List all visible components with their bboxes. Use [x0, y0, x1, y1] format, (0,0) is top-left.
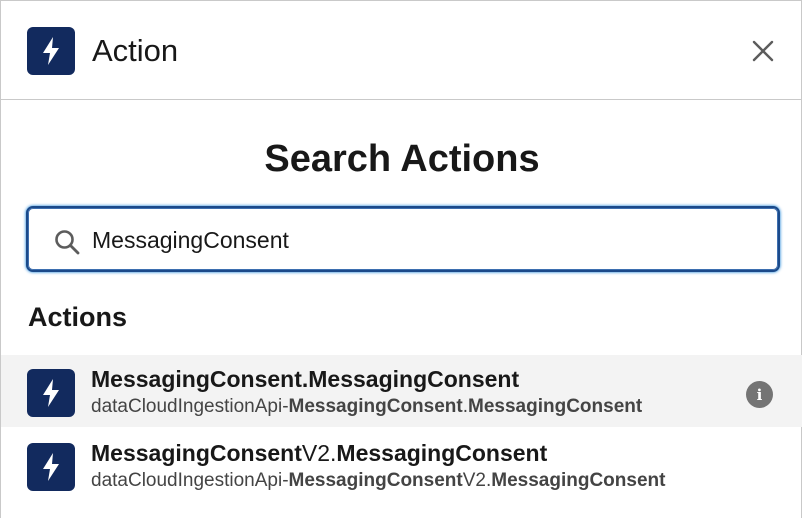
action-tile	[27, 443, 75, 491]
header-title: Action	[92, 33, 179, 68]
info-icon[interactable]: i	[746, 381, 773, 408]
search-box	[26, 206, 780, 272]
result-subtitle: dataCloudIngestionApi-MessagingConsent.M…	[91, 395, 642, 419]
subtitle-prefix: dataCloudIngestionApi-	[91, 470, 289, 491]
action-tile	[27, 369, 75, 417]
result-row[interactable]: MessagingConsentV2.MessagingConsent data…	[1, 429, 802, 501]
lightning-bolt-icon	[43, 379, 59, 407]
search-input[interactable]	[92, 222, 752, 258]
result-title: MessagingConsent.MessagingConsent	[91, 365, 519, 393]
result-title-bold: MessagingConsent	[336, 440, 548, 466]
results-heading: Actions	[28, 302, 128, 332]
subtitle-match: MessagingConsent	[288, 396, 463, 417]
panel-header: Action	[1, 1, 801, 100]
lightning-bolt-icon	[43, 453, 59, 481]
result-title-plain: V2.	[301, 440, 337, 466]
result-title: MessagingConsentV2.MessagingConsent	[91, 439, 547, 467]
subtitle-match: MessagingConsent	[468, 396, 643, 417]
action-tile	[27, 27, 75, 75]
subtitle-match: MessagingConsent	[491, 470, 666, 491]
result-row[interactable]: MessagingConsent.MessagingConsent dataCl…	[1, 355, 802, 427]
search-icon	[55, 230, 80, 255]
subtitle-prefix: dataCloudIngestionApi-	[91, 396, 289, 417]
result-subtitle: dataCloudIngestionApi-MessagingConsentV2…	[91, 469, 665, 493]
result-title-bold: MessagingConsent	[91, 440, 302, 466]
subtitle-match: MessagingConsent	[288, 470, 463, 491]
info-glyph: i	[756, 385, 763, 404]
close-icon	[752, 40, 774, 62]
subtitle-plain: V2.	[462, 470, 492, 491]
close-button[interactable]	[741, 29, 785, 73]
search-title: Search Actions	[264, 138, 540, 180]
result-title-bold: MessagingConsent.MessagingConsent	[91, 366, 520, 392]
lightning-bolt-icon	[43, 37, 59, 65]
action-panel: Action Search Actions Actions MessagingC…	[0, 0, 802, 518]
